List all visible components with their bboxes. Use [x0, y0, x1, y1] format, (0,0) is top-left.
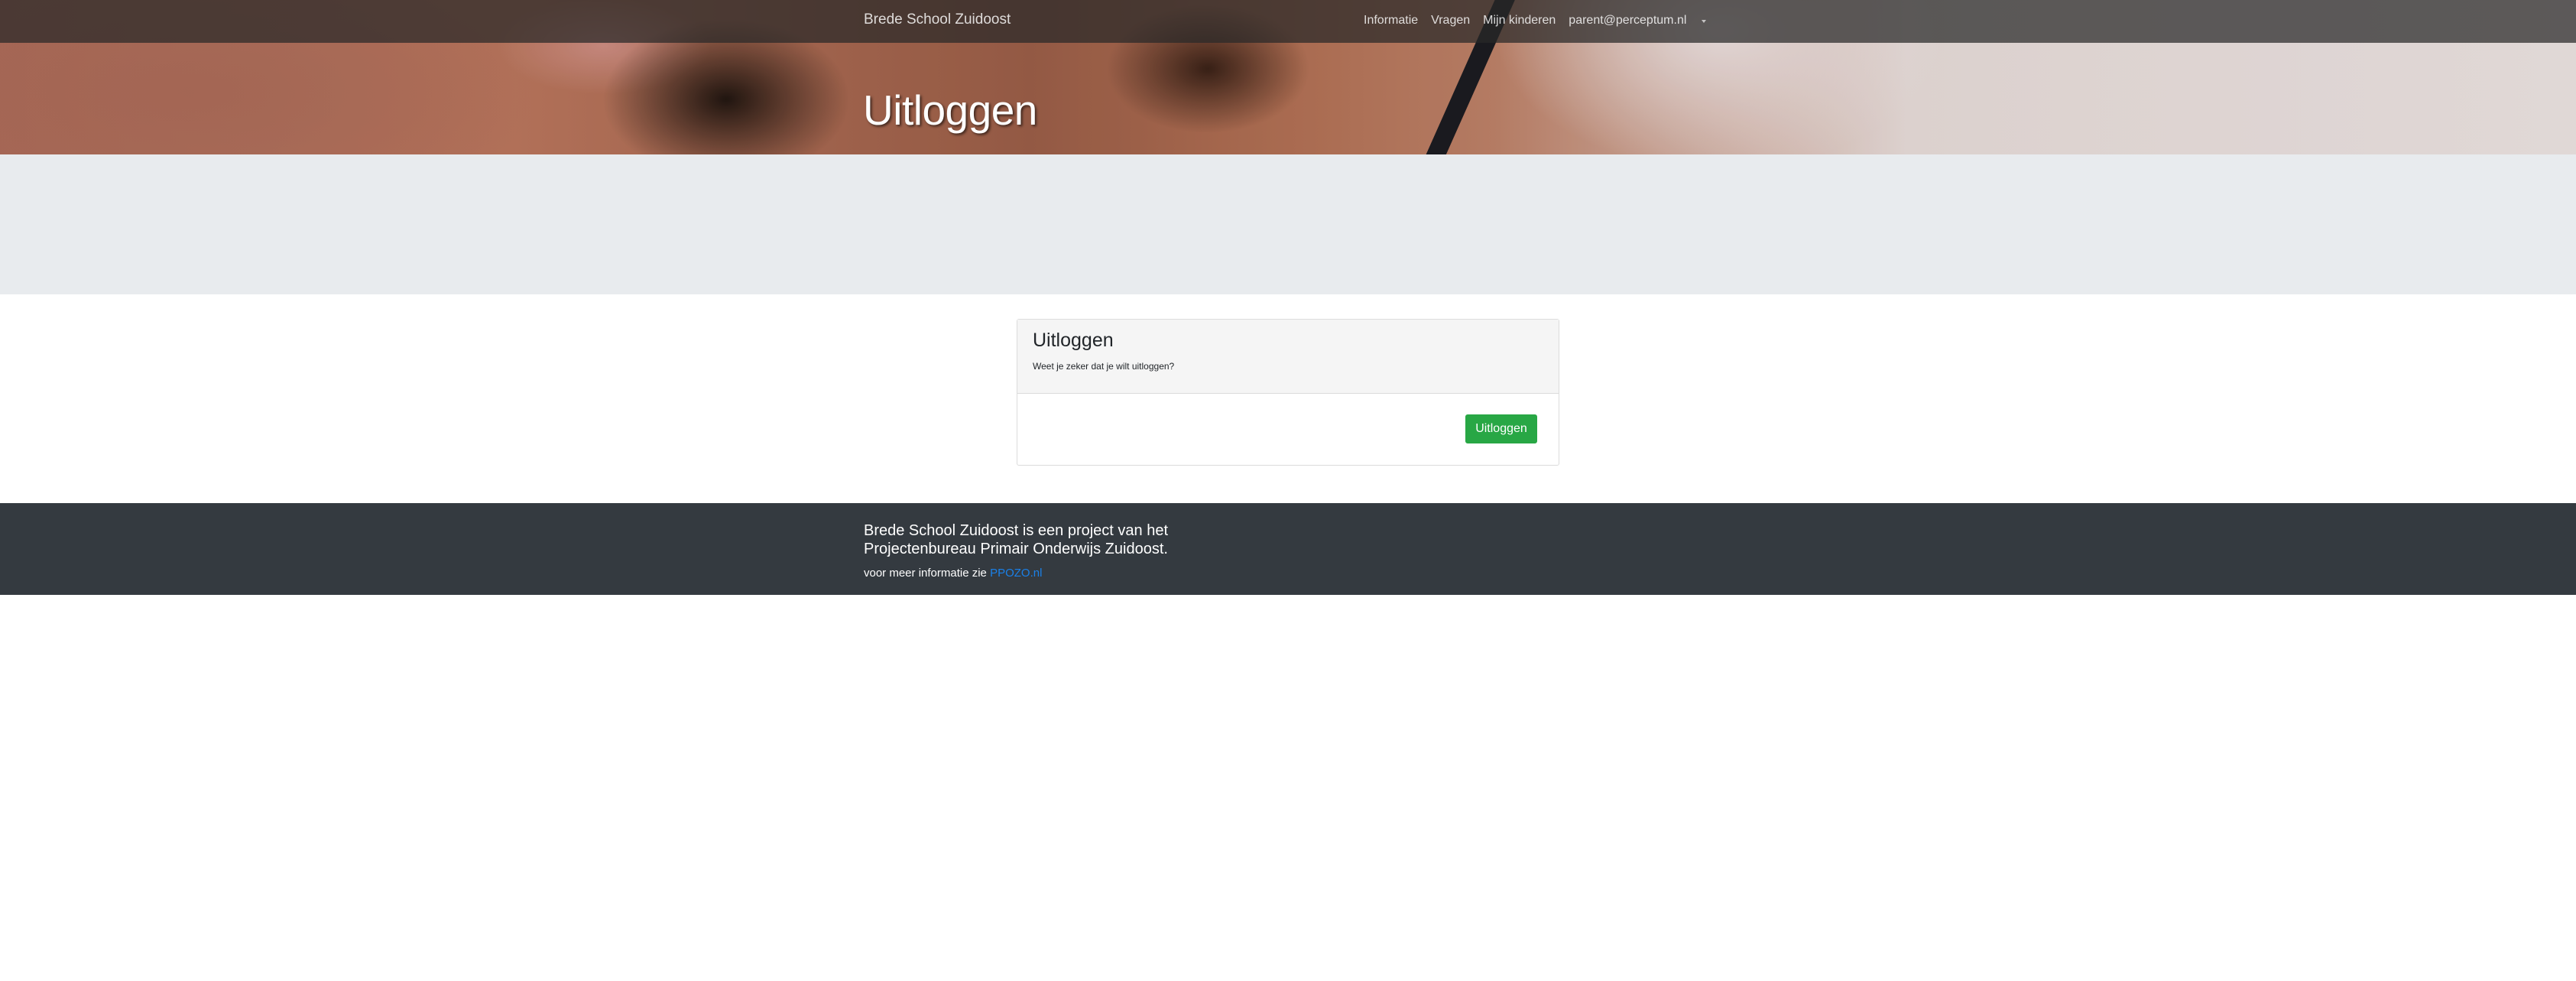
top-navbar: Brede School Zuidoost Informatie Vragen … [0, 0, 2576, 43]
card-title: Uitloggen [1033, 330, 1114, 351]
nav-link-vragen[interactable]: Vragen [1431, 14, 1470, 28]
logout-button[interactable]: Uitloggen [1465, 414, 1537, 443]
footer: Brede School Zuidoost is een project van… [0, 503, 2576, 595]
footer-ppozo-link[interactable]: PPOZO.nl [990, 567, 1042, 580]
user-menu-dropdown[interactable]: parent@perceptum.nl [1569, 14, 1686, 28]
nav-link-mijn-kinderen[interactable]: Mijn kinderen [1483, 14, 1556, 28]
page-title: Uitloggen [863, 86, 1037, 134]
caret-down-icon[interactable] [1702, 20, 1707, 23]
card-header: Uitloggen Weet je zeker dat je wilt uitl… [1017, 320, 1559, 394]
footer-more-prefix: voor meer informatie zie [864, 567, 987, 580]
grey-band [0, 154, 2576, 294]
footer-description: Brede School Zuidoost is een project van… [864, 522, 1169, 557]
navbar-brand[interactable]: Brede School Zuidoost [864, 11, 1011, 28]
card-subtitle: Weet je zeker dat je wilt uitloggen? [1033, 361, 1175, 372]
logout-card: Uitloggen Weet je zeker dat je wilt uitl… [1017, 319, 1559, 466]
card-body: Uitloggen [1017, 394, 1559, 466]
hero-banner: Brede School Zuidoost Informatie Vragen … [0, 0, 2576, 154]
nav-link-informatie[interactable]: Informatie [1364, 14, 1418, 28]
footer-more-info: voor meer informatie zie PPOZO.nl [864, 567, 1042, 580]
navbar-links: Informatie Vragen Mijn kinderen parent@p… [1364, 14, 1707, 28]
